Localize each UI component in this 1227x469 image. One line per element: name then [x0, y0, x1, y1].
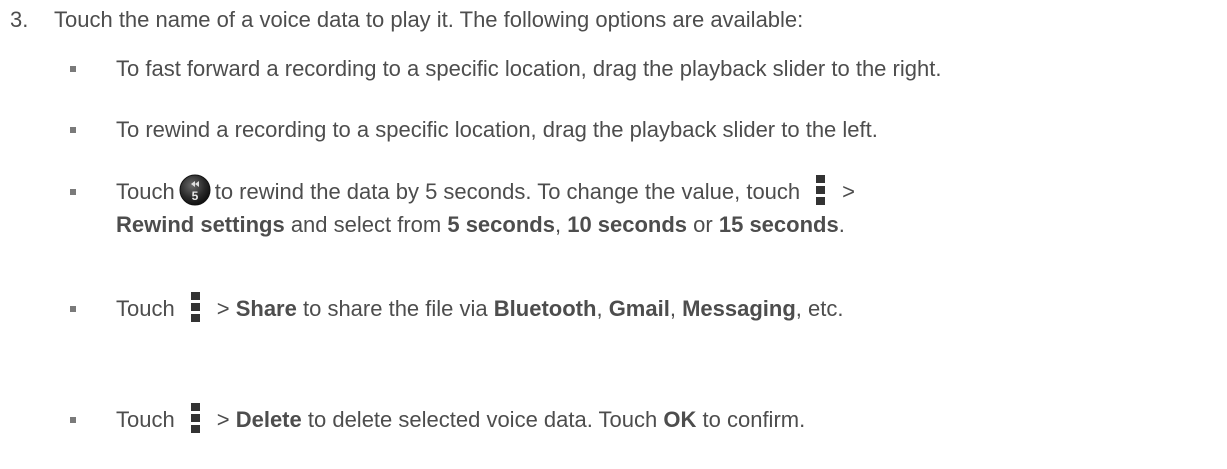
comma: ,	[554, 212, 562, 237]
touch-label: Touch	[116, 296, 175, 321]
option-5-seconds: 5 seconds	[447, 212, 555, 237]
select-from-text: and select from	[290, 212, 442, 237]
bullet-marker	[70, 417, 76, 423]
bullet-text-a: to rewind the data by 5 seconds. To chan…	[214, 179, 801, 204]
delete-label: Delete	[235, 407, 302, 432]
gt-sign: >	[842, 179, 856, 204]
share-label: Share	[235, 296, 297, 321]
menu-more-icon	[816, 175, 826, 206]
menu-more-icon	[190, 403, 201, 434]
bullet-marker	[70, 189, 76, 195]
step-text: Touch the name of a voice data to play i…	[54, 7, 804, 32]
bullet-text: To fast forward a recording to a specifi…	[116, 56, 942, 81]
gt-sign: >	[216, 296, 230, 321]
rewind-5-seconds-icon: 5	[179, 174, 211, 206]
comma: ,	[669, 296, 676, 321]
rewind-settings-label: Rewind settings	[116, 212, 285, 237]
comma: ,	[596, 296, 603, 321]
bullet-marker	[70, 127, 76, 133]
rewind-icon-digit: 5	[191, 189, 198, 203]
confirm-text: to confirm.	[702, 407, 806, 432]
messaging-label: Messaging	[682, 296, 796, 321]
gt-sign: >	[216, 407, 230, 432]
gmail-label: Gmail	[608, 296, 670, 321]
bluetooth-label: Bluetooth	[493, 296, 597, 321]
ok-label: OK	[663, 407, 697, 432]
period: .	[838, 212, 845, 237]
delete-text: to delete selected voice data. Touch	[307, 407, 658, 432]
bullet-marker	[70, 66, 76, 72]
etc-text: , etc.	[795, 296, 844, 321]
step-3: 3. Touch the name of a voice data to play…	[10, 6, 803, 34]
or-text: or	[693, 212, 713, 237]
step-number: 3.	[10, 7, 29, 32]
share-text: to share the file via	[302, 296, 488, 321]
option-10-seconds: 10 seconds	[567, 212, 688, 237]
option-15-seconds: 15 seconds	[718, 212, 839, 237]
bullet-marker	[70, 306, 76, 312]
touch-label: Touch	[116, 407, 175, 432]
bullet-text: To rewind a recording to a specific loca…	[116, 117, 878, 142]
menu-more-icon	[190, 292, 201, 323]
touch-label: Touch	[116, 179, 175, 204]
